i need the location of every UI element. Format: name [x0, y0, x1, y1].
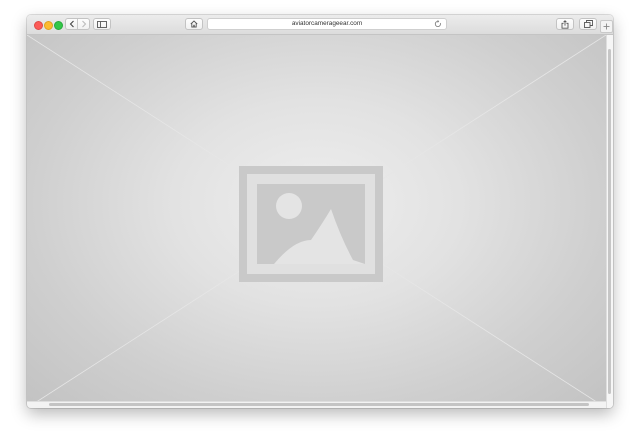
share-icon	[561, 19, 569, 29]
image-placeholder-icon	[239, 166, 383, 282]
window-maximize-button[interactable]	[54, 21, 63, 30]
navigation-buttons	[65, 18, 90, 30]
window-close-button[interactable]	[34, 21, 43, 30]
chevron-left-icon	[69, 20, 74, 28]
back-button[interactable]	[66, 19, 77, 29]
forward-button[interactable]	[77, 19, 89, 29]
new-tab-button[interactable]	[600, 20, 613, 33]
plus-icon	[603, 23, 610, 30]
sidebar-button[interactable]	[93, 18, 111, 30]
reload-icon[interactable]	[434, 20, 442, 28]
horizontal-scrollbar-thumb[interactable]	[49, 403, 589, 406]
url-text: aviatorcamerageear.com	[291, 20, 363, 27]
horizontal-scrollbar[interactable]	[27, 401, 606, 408]
vertical-scrollbar[interactable]	[606, 35, 613, 408]
tabs-overview-button[interactable]	[579, 18, 597, 30]
home-button[interactable]	[185, 18, 203, 30]
home-icon	[190, 20, 198, 28]
sidebar-icon	[97, 20, 107, 28]
chevron-right-icon	[81, 20, 86, 28]
tabs-icon	[583, 20, 593, 28]
window-minimize-button[interactable]	[44, 21, 53, 30]
browser-toolbar: aviatorcamerageear.com	[27, 15, 613, 35]
browser-window: aviatorcamerageear.com	[27, 15, 613, 408]
address-bar[interactable]: aviatorcamerageear.com	[207, 18, 447, 30]
vertical-scrollbar-thumb[interactable]	[608, 49, 611, 394]
share-button[interactable]	[556, 18, 574, 30]
page-content	[27, 35, 606, 408]
